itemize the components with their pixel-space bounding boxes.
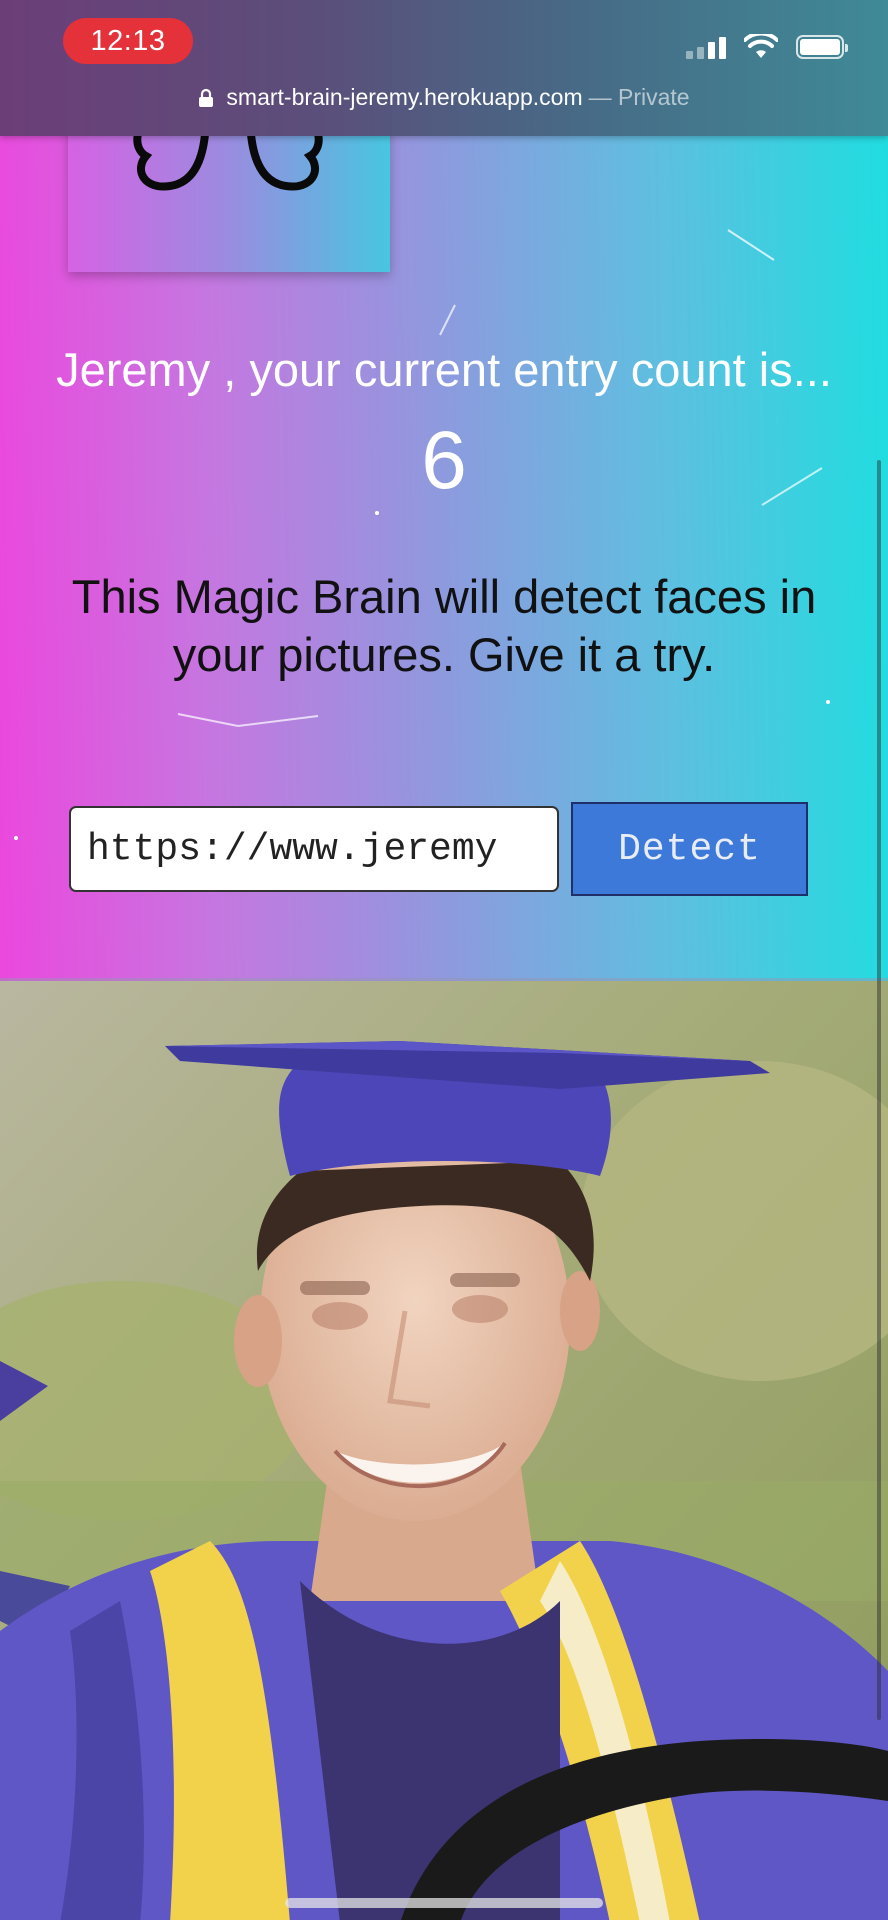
url-domain: smart-brain-jeremy.herokuapp.com [226, 84, 583, 110]
home-indicator[interactable] [285, 1898, 603, 1908]
face-photo [0, 978, 888, 1920]
cellular-signal-icon [686, 35, 726, 59]
intro-text: This Magic Brain will detect faces in yo… [71, 570, 817, 681]
entry-count-value: 6 [421, 415, 467, 506]
private-mode-label: — Private [588, 84, 690, 110]
address-bar[interactable]: smart-brain-jeremy.herokuapp.com — Priva… [0, 84, 888, 111]
image-url-input[interactable] [69, 806, 559, 892]
page: 12:13 smart-brain-jeremy.herokuapp.com —… [0, 0, 888, 1920]
scroll-indicator[interactable] [877, 460, 881, 1720]
lock-icon [199, 88, 214, 107]
battery-icon [796, 35, 848, 59]
status-icons [686, 34, 848, 60]
status-bar: 12:13 smart-brain-jeremy.herokuapp.com —… [0, 0, 888, 136]
entry-count-label: Jeremy , your current entry count is... [56, 343, 832, 396]
status-time: 12:13 [63, 18, 193, 64]
wifi-icon [744, 34, 778, 58]
detect-button[interactable]: Detect [571, 802, 808, 896]
